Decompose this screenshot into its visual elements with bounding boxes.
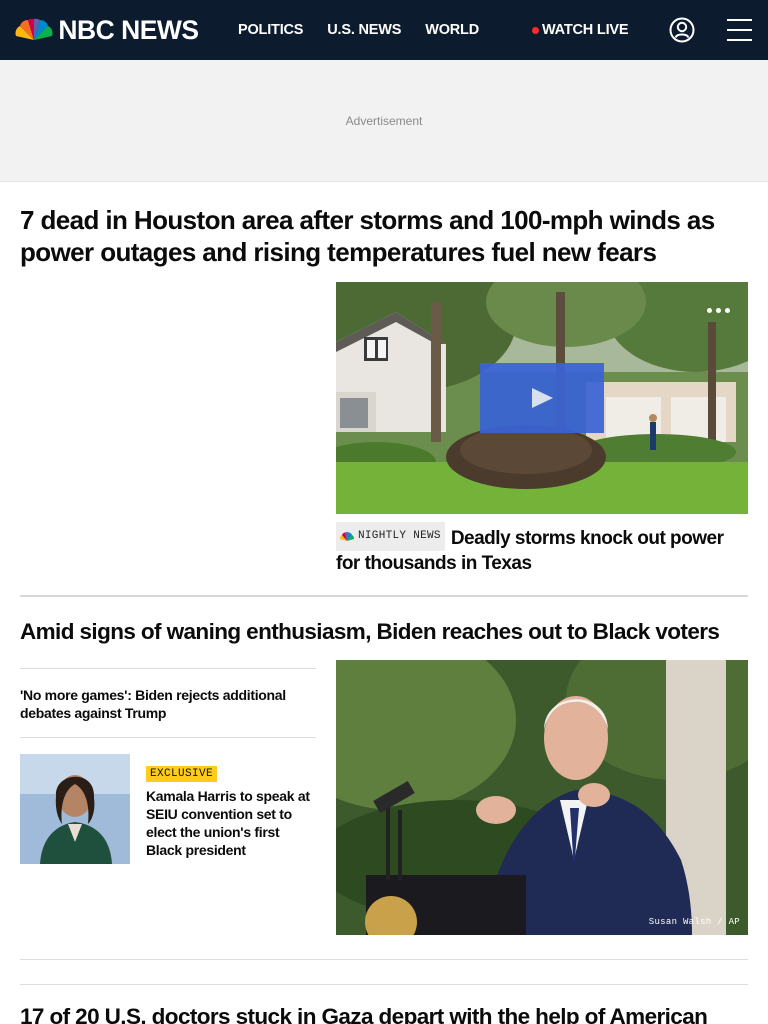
section-divider — [20, 959, 748, 960]
nav-us-news[interactable]: U.S. NEWS — [327, 22, 401, 38]
section-divider — [20, 595, 748, 597]
peacock-icon — [340, 532, 354, 541]
related-divider — [20, 737, 316, 738]
related-story-harris[interactable]: Kamala Harris to speak at SEIU conventio… — [146, 787, 316, 859]
nav-politics[interactable]: POLITICS — [238, 22, 303, 38]
live-dot-icon — [532, 26, 539, 34]
site-header: NBC NEWS POLITICS U.S. NEWS WORLD WATCH … — [0, 0, 768, 60]
biden-photo[interactable]: Susan Walsh / AP — [336, 660, 748, 935]
video-caption[interactable]: NIGHTLY NEWS Deadly storms knock out pow… — [336, 522, 748, 576]
related-divider — [20, 668, 316, 669]
third-headline[interactable]: 17 of 20 U.S. doctors stuck in Gaza depa… — [20, 1002, 760, 1024]
play-button[interactable] — [480, 363, 604, 433]
peacock-icon — [15, 18, 53, 40]
more-options-icon[interactable] — [707, 308, 730, 313]
main-nav: POLITICS U.S. NEWS WORLD — [238, 0, 479, 60]
related-story-debates[interactable]: 'No more games': Biden rejects additiona… — [20, 686, 316, 722]
play-icon — [532, 388, 553, 408]
nav-world[interactable]: WORLD — [425, 22, 479, 38]
second-headline[interactable]: Amid signs of waning enthusiasm, Biden r… — [20, 617, 740, 647]
nbc-news-logo[interactable]: NBC NEWS — [15, 14, 200, 46]
watch-live-label: WATCH LIVE — [542, 22, 629, 38]
nightly-news-label: NIGHTLY NEWS — [336, 522, 445, 551]
lead-headline[interactable]: 7 dead in Houston area after storms and … — [20, 204, 740, 268]
hamburger-menu-icon[interactable] — [727, 19, 752, 41]
section-divider — [20, 984, 748, 985]
ad-slot: Advertisement — [0, 60, 768, 182]
account-icon[interactable] — [669, 17, 695, 43]
logo-text: NBC NEWS — [58, 14, 199, 45]
watch-live-button[interactable]: WATCH LIVE — [532, 0, 629, 60]
lead-video[interactable] — [336, 282, 748, 514]
ad-label: Advertisement — [345, 114, 423, 128]
photo-credit: Susan Walsh / AP — [648, 917, 740, 927]
kamala-harris-thumbnail[interactable] — [20, 754, 130, 864]
exclusive-badge: EXCLUSIVE — [146, 766, 218, 782]
